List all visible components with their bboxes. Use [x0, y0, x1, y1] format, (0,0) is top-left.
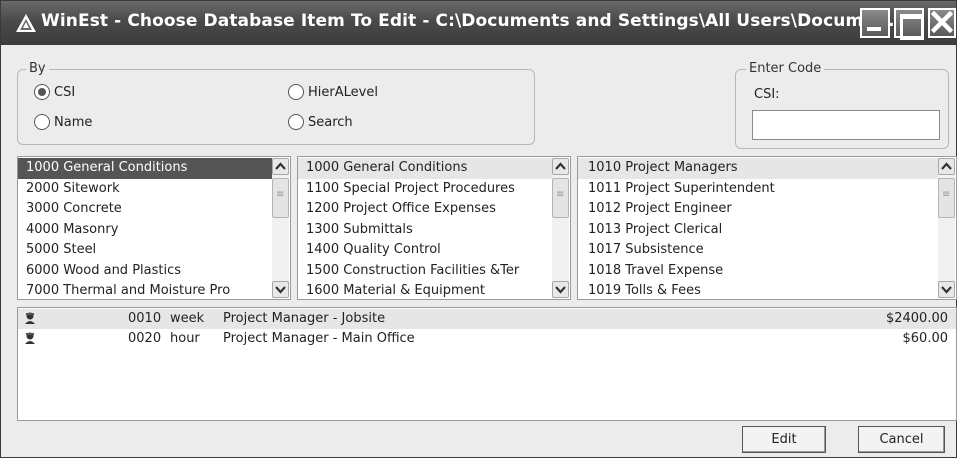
scroll-up-button[interactable]: [938, 158, 955, 175]
radio-csi-label: CSI: [54, 84, 76, 100]
enter-code-groupbox: Enter Code CSI:: [735, 61, 949, 149]
scroll-down-button[interactable]: [552, 281, 569, 298]
division-list-item[interactable]: 3000 Concrete: [18, 199, 272, 220]
radio-name[interactable]: Name: [34, 114, 92, 130]
chevron-up-icon: [275, 162, 286, 170]
scroll-down-button[interactable]: [272, 281, 289, 298]
item-group-list-item[interactable]: 1019 Tolls & Fees: [578, 281, 938, 299]
section-list-item[interactable]: 1300 Submittals: [298, 220, 552, 241]
radio-name-label: Name: [54, 114, 93, 130]
chevron-down-icon: [941, 286, 952, 294]
minimize-button[interactable]: [860, 8, 890, 38]
radio-search[interactable]: Search: [288, 114, 353, 130]
maximize-button[interactable]: [894, 8, 924, 40]
csi-code-label: CSI:: [754, 87, 780, 102]
worker-icon: [23, 311, 37, 329]
division-list-scrollbar[interactable]: [272, 158, 289, 298]
division-list-item[interactable]: 6000 Wood and Plastics: [18, 261, 272, 282]
section-list-item[interactable]: 1400 Quality Control: [298, 240, 552, 261]
window-title: WinEst - Choose Database Item To Edit - …: [41, 11, 895, 31]
radio-hierarchy-level-label: HierALevel: [308, 84, 378, 100]
item-group-list-item[interactable]: 1011 Project Superintendent: [578, 179, 938, 200]
detail-row[interactable]: 0010 week Project Manager - Jobsite $240…: [18, 309, 956, 329]
by-groupbox: By CSI HierALevel Name Search: [17, 61, 535, 145]
section-list-item[interactable]: 1100 Special Project Procedures: [298, 179, 552, 200]
scroll-up-button[interactable]: [272, 158, 289, 175]
division-list-item[interactable]: 7000 Thermal and Moisture Pro: [18, 281, 272, 299]
item-group-list-scrollbar[interactable]: [938, 158, 955, 298]
section-list-scrollbar[interactable]: [552, 158, 569, 298]
detail-description: Project Manager - Jobsite: [223, 311, 386, 326]
radio-search-indicator[interactable]: [288, 114, 304, 130]
title-bar[interactable]: WinEst - Choose Database Item To Edit - …: [1, 1, 956, 45]
radio-csi-indicator[interactable]: [34, 84, 50, 100]
close-button[interactable]: [928, 8, 956, 38]
edit-button[interactable]: Edit: [742, 426, 826, 453]
dialog-window: WinEst - Choose Database Item To Edit - …: [0, 0, 957, 458]
radio-hierarchy-level[interactable]: HierALevel: [288, 84, 378, 100]
csi-code-input[interactable]: [752, 110, 940, 140]
detail-unit: week: [170, 311, 205, 326]
detail-code: 0020: [128, 331, 162, 346]
chevron-up-icon: [941, 162, 952, 170]
chevron-down-icon: [555, 286, 566, 294]
worker-icon: [23, 331, 37, 349]
scroll-down-button[interactable]: [938, 281, 955, 298]
scroll-up-button[interactable]: [552, 158, 569, 175]
item-details-list[interactable]: 0010 week Project Manager - Jobsite $240…: [17, 307, 957, 421]
section-list-item[interactable]: 1200 Project Office Expenses: [298, 199, 552, 220]
detail-cost: $60.00: [902, 331, 949, 346]
radio-search-label: Search: [308, 114, 353, 130]
item-group-list-item[interactable]: 1017 Subsistence: [578, 240, 938, 261]
cancel-button[interactable]: Cancel: [858, 426, 945, 453]
winest-logo-icon: [15, 13, 37, 33]
section-list[interactable]: 1000 General Conditions 1100 Special Pro…: [297, 156, 571, 300]
scroll-thumb[interactable]: [272, 178, 289, 218]
detail-description: Project Manager - Main Office: [223, 331, 415, 346]
detail-cost: $2400.00: [885, 311, 948, 326]
scroll-thumb[interactable]: [552, 178, 569, 218]
radio-name-indicator[interactable]: [34, 114, 50, 130]
division-list-item[interactable]: 4000 Masonry: [18, 220, 272, 241]
by-legend: By: [26, 61, 49, 76]
item-group-list[interactable]: 1010 Project Managers 1011 Project Super…: [577, 156, 957, 300]
item-group-list-item[interactable]: 1013 Project Clerical: [578, 220, 938, 241]
chevron-up-icon: [555, 162, 566, 170]
item-group-list-item[interactable]: 1010 Project Managers: [578, 158, 938, 179]
radio-csi[interactable]: CSI: [34, 84, 75, 100]
close-icon: [931, 11, 953, 33]
item-group-list-item[interactable]: 1012 Project Engineer: [578, 199, 938, 220]
division-list-item[interactable]: 5000 Steel: [18, 240, 272, 261]
item-group-list-item[interactable]: 1018 Travel Expense: [578, 261, 938, 282]
detail-row[interactable]: 0020 hour Project Manager - Main Office …: [18, 329, 956, 349]
chevron-down-icon: [275, 286, 286, 294]
division-list[interactable]: 1000 General Conditions 2000 Sitework 30…: [17, 156, 291, 300]
section-list-item[interactable]: 1000 General Conditions: [298, 158, 552, 179]
section-list-item[interactable]: 1500 Construction Facilities &Ter: [298, 261, 552, 282]
division-list-item[interactable]: 2000 Sitework: [18, 179, 272, 200]
detail-code: 0010: [128, 311, 162, 326]
scroll-thumb[interactable]: [938, 178, 955, 218]
detail-unit: hour: [170, 331, 200, 346]
section-list-item[interactable]: 1600 Material & Equipment: [298, 281, 552, 299]
division-list-item[interactable]: 1000 General Conditions: [18, 158, 272, 179]
enter-code-legend: Enter Code: [746, 61, 825, 76]
radio-hierarchy-level-indicator[interactable]: [288, 84, 304, 100]
